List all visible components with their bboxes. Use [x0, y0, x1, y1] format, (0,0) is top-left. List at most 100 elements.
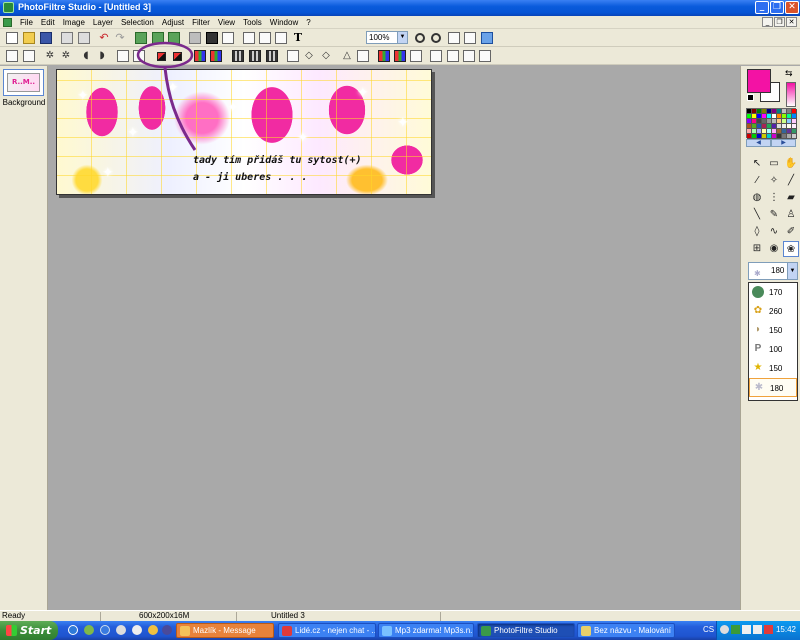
- saturation-up-icon[interactable]: [173, 52, 182, 61]
- volume-icon[interactable]: [753, 625, 762, 634]
- menu-adjust[interactable]: Adjust: [158, 17, 188, 28]
- chevron-down-icon[interactable]: ▼: [397, 32, 407, 43]
- frame-icon[interactable]: [394, 50, 406, 62]
- contrast-up-icon[interactable]: ◗: [96, 50, 108, 62]
- red-eye-tool-icon[interactable]: ◉: [766, 241, 782, 257]
- show-desktop-icon[interactable]: [100, 625, 110, 635]
- brush-item[interactable]: ✿ 260: [749, 302, 797, 321]
- redo-icon[interactable]: ↷: [114, 32, 126, 44]
- antivirus-icon[interactable]: [731, 625, 740, 634]
- hand-tool-icon[interactable]: ✋: [783, 156, 799, 172]
- sharpen-more-icon[interactable]: ◇: [320, 50, 332, 62]
- open-folder-icon[interactable]: [23, 32, 35, 44]
- image-tube-tool-icon[interactable]: ❀: [783, 241, 799, 257]
- paste-new-icon[interactable]: [168, 32, 180, 44]
- menu-file[interactable]: File: [16, 17, 37, 28]
- color-balance-icon[interactable]: [210, 50, 222, 62]
- gradient-icon[interactable]: [378, 50, 390, 62]
- clone-tool-icon[interactable]: ✐: [783, 224, 799, 240]
- taskbar-item-mp3[interactable]: Mp3 zdarma! Mp3s.n...: [378, 623, 474, 638]
- fit-window-icon[interactable]: [448, 32, 460, 44]
- crop-icon[interactable]: [243, 32, 255, 44]
- brush-item[interactable]: P 100: [749, 340, 797, 359]
- save-icon[interactable]: [40, 32, 52, 44]
- foreground-color-swatch[interactable]: [747, 69, 771, 93]
- gamma-up-icon[interactable]: [133, 50, 145, 62]
- mirror-icon[interactable]: [430, 50, 442, 62]
- eraser-tool-icon[interactable]: ▰: [783, 190, 799, 206]
- start-button[interactable]: Start: [0, 621, 58, 640]
- network-icon[interactable]: [720, 625, 729, 634]
- flip-icon[interactable]: [410, 50, 422, 62]
- rotate-left-icon[interactable]: [447, 50, 459, 62]
- quicklaunch-icon[interactable]: [162, 625, 172, 635]
- print-icon[interactable]: [61, 32, 73, 44]
- ie-icon[interactable]: [68, 625, 78, 635]
- sepia-icon[interactable]: [232, 50, 244, 62]
- zoom-in-icon[interactable]: [415, 33, 425, 43]
- close-button[interactable]: ✕: [785, 1, 799, 14]
- brush-size-select[interactable]: ✱ 180 ▼: [748, 262, 798, 280]
- auto-contrast-icon[interactable]: [23, 50, 35, 62]
- menu-image[interactable]: Image: [59, 17, 89, 28]
- brush-item[interactable]: ✱ 180: [749, 378, 797, 397]
- full-screen-icon[interactable]: [481, 32, 493, 44]
- language-indicator[interactable]: CS: [703, 625, 714, 634]
- document-icon[interactable]: [3, 18, 12, 27]
- swap-colors-icon[interactable]: ⇆: [785, 69, 793, 79]
- deform-tool-icon[interactable]: ⊞: [749, 241, 765, 257]
- brush-item[interactable]: ◗ 150: [749, 321, 797, 340]
- selection-tool-icon[interactable]: ▭: [766, 156, 782, 172]
- eyedropper-tool-icon[interactable]: ⁄: [749, 173, 765, 189]
- palette-next-button[interactable]: ▶: [771, 139, 796, 147]
- taskbar-item-paint[interactable]: Bez názvu - Malování: [577, 623, 675, 638]
- taskbar-item-lide[interactable]: Lidé.cz - nejen chat - ...: [278, 623, 376, 638]
- line-tool-icon[interactable]: ╱: [783, 173, 799, 189]
- update-icon[interactable]: [764, 625, 773, 634]
- resize-icon[interactable]: [479, 50, 491, 62]
- layer-thumbnail[interactable]: R..M..: [3, 69, 44, 96]
- menu-layer[interactable]: Layer: [89, 17, 117, 28]
- pointer-tool-icon[interactable]: ↖: [749, 156, 765, 172]
- menu-selection[interactable]: Selection: [117, 17, 158, 28]
- winamp-icon[interactable]: [148, 625, 158, 635]
- chevron-down-icon[interactable]: ▼: [787, 263, 797, 279]
- undo-icon[interactable]: ↶: [98, 32, 110, 44]
- emboss-icon[interactable]: △: [341, 50, 353, 62]
- messenger-icon[interactable]: [84, 625, 94, 635]
- sharpen-icon[interactable]: ◇: [303, 50, 315, 62]
- palette-prev-button[interactable]: ◀: [746, 139, 771, 147]
- zoom-select[interactable]: 100% ▼: [366, 31, 408, 44]
- brush-tool-icon[interactable]: ╲: [749, 207, 765, 223]
- soften-icon[interactable]: [287, 50, 299, 62]
- smudge-tool-icon[interactable]: ∿: [766, 224, 782, 240]
- actual-size-icon[interactable]: [464, 32, 476, 44]
- brush-item[interactable]: 170: [749, 283, 797, 302]
- rotate-icon[interactable]: [275, 32, 287, 44]
- brightness-down-icon[interactable]: ✲: [44, 50, 56, 62]
- color-palette[interactable]: [746, 108, 797, 139]
- menu-tools[interactable]: Tools: [239, 17, 266, 28]
- grayscale-icon[interactable]: [194, 50, 206, 62]
- skype-icon[interactable]: [132, 625, 142, 635]
- paste-icon[interactable]: [152, 32, 164, 44]
- negative-icon[interactable]: [249, 50, 261, 62]
- spray-tool-icon[interactable]: ⋮: [766, 190, 782, 206]
- blur-icon[interactable]: [266, 50, 278, 62]
- advanced-brush-tool-icon[interactable]: ✎: [766, 207, 782, 223]
- menu-filter[interactable]: Filter: [188, 17, 214, 28]
- media-player-icon[interactable]: [116, 625, 126, 635]
- taskbar-item-mazlik[interactable]: Mazlík - Message: [176, 623, 274, 638]
- blur-tool-icon[interactable]: ◊: [749, 224, 765, 240]
- minimize-button[interactable]: _: [755, 1, 769, 14]
- fill-tool-icon[interactable]: ◍: [749, 190, 765, 206]
- taskbar-item-photofiltre[interactable]: PhotoFiltre Studio: [477, 623, 575, 638]
- image-canvas[interactable]: ✦ ✦ ✦ ✦ ✦ ✦ ✦ ✦ tady tím přidáš tu sytos…: [56, 69, 432, 195]
- menu-view[interactable]: View: [214, 17, 239, 28]
- brush-item[interactable]: ★ 150: [749, 359, 797, 378]
- contrast-down-icon[interactable]: ◖: [80, 50, 92, 62]
- auto-levels-icon[interactable]: [6, 50, 18, 62]
- maximize-button[interactable]: ❐: [770, 1, 784, 14]
- rotate-right-icon[interactable]: [463, 50, 475, 62]
- reset-colors-icon[interactable]: [747, 94, 754, 101]
